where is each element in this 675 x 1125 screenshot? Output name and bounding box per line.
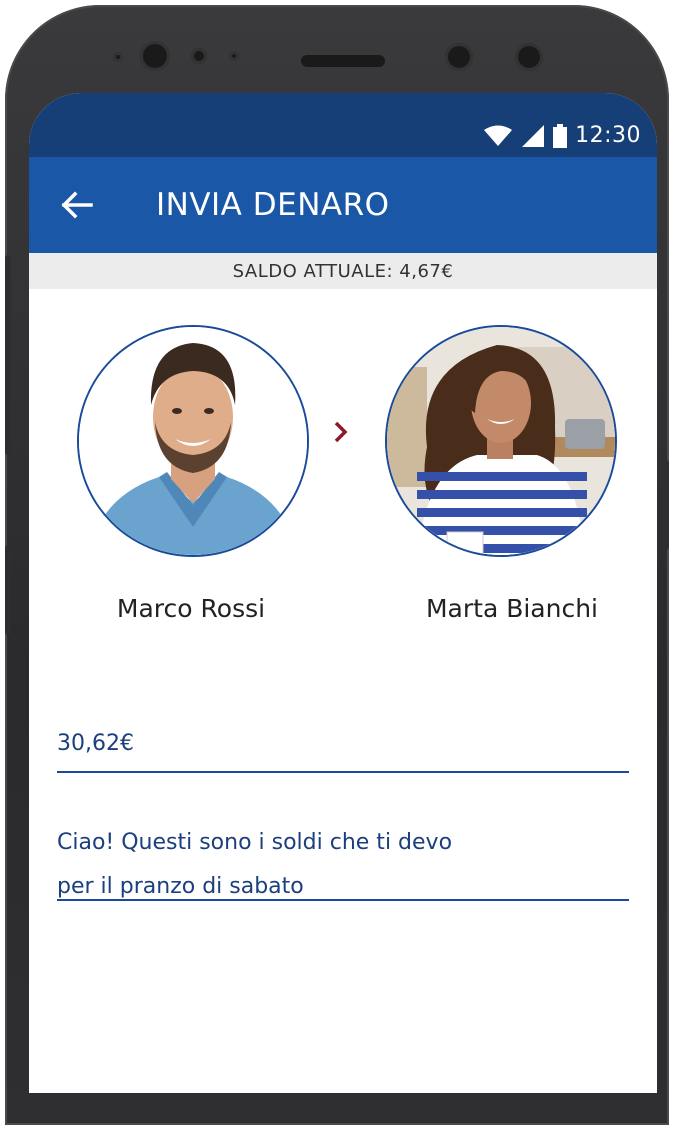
app-bar: INVIA DENARO (29, 157, 657, 253)
status-bar: 12:30 (29, 93, 657, 157)
arrow-left-icon[interactable] (61, 191, 93, 219)
receiver-avatar (385, 325, 617, 557)
balance-text: SALDO ATTUALE: 4,67€ (232, 260, 454, 282)
power-button (663, 460, 669, 550)
sensor-dot (229, 51, 239, 61)
sender-name: Marco Rossi (116, 594, 266, 623)
message-field[interactable]: Ciao! Questi sono i soldi che ti devo pe… (57, 821, 629, 901)
earpiece-speaker (301, 55, 385, 67)
screen: 12:30 INVIA DENARO SALDO ATTUALE: 4,67€ (29, 93, 657, 1093)
sensor-dot (113, 52, 123, 62)
battery-icon (553, 123, 568, 148)
front-camera (140, 41, 170, 71)
side-button (5, 545, 11, 635)
status-time: 12:30 (575, 123, 641, 148)
amount-value: 30,62€ (57, 731, 134, 756)
amount-field[interactable]: 30,62€ (57, 731, 629, 773)
sensor-dot (191, 48, 207, 64)
sender-avatar (77, 325, 309, 557)
receiver-name: Marta Bianchi (425, 594, 599, 623)
message-line-1: Ciao! Questi sono i soldi che ti devo (57, 830, 453, 855)
wifi-icon (484, 125, 513, 146)
balance-bar: SALDO ATTUALE: 4,67€ (29, 253, 657, 289)
chevron-right-icon (334, 421, 348, 443)
volume-button (5, 255, 11, 455)
message-line-2: per il pranzo di sabato (57, 874, 304, 899)
proximity-sensor (445, 43, 473, 71)
light-sensor (515, 43, 543, 71)
receiver-photo (387, 327, 615, 555)
signal-icon (522, 124, 545, 147)
sender-photo (79, 327, 307, 555)
page-title: INVIA DENARO (156, 187, 390, 223)
phone-frame: 12:30 INVIA DENARO SALDO ATTUALE: 4,67€ (5, 5, 669, 1125)
